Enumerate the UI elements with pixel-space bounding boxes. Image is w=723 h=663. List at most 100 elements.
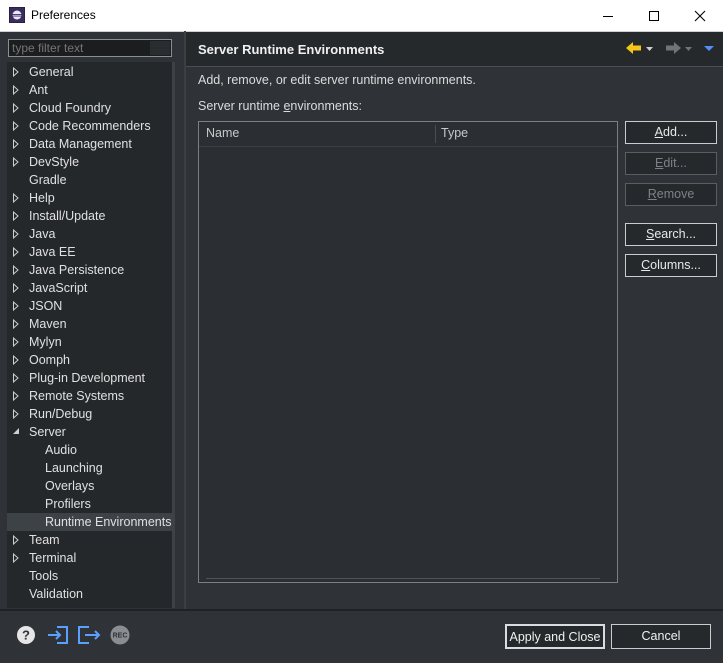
tree-collapsed-icon[interactable] — [11, 261, 21, 279]
tree-item-label: Java — [29, 227, 56, 241]
tree-item-java[interactable]: Java — [7, 225, 173, 243]
tree-item-label: DevStyle — [29, 155, 80, 169]
tree-expanded-icon[interactable] — [11, 423, 21, 441]
apply-and-close-button[interactable]: Apply and Close — [505, 624, 605, 649]
tree-item-label: Validation — [29, 587, 83, 601]
tree-collapsed-icon[interactable] — [11, 387, 21, 405]
tree-item-cloud-foundry[interactable]: Cloud Foundry — [7, 99, 173, 117]
export-icon[interactable] — [77, 625, 101, 645]
tree-collapsed-icon[interactable] — [11, 279, 21, 297]
tree-item-devstyle[interactable]: DevStyle — [7, 153, 173, 171]
back-dropdown-icon[interactable] — [645, 40, 654, 59]
tree-item-oomph[interactable]: Oomph — [7, 351, 173, 369]
tree-item-label: Cloud Foundry — [29, 101, 111, 115]
tree-item-label: Help — [29, 191, 55, 205]
tree-item-overlays[interactable]: Overlays — [7, 477, 173, 495]
tree-collapsed-icon[interactable] — [11, 549, 21, 567]
splitter[interactable] — [184, 31, 186, 609]
tree-collapsed-icon[interactable] — [11, 189, 21, 207]
column-divider[interactable] — [435, 125, 436, 143]
filter-input[interactable] — [8, 39, 172, 57]
back-arrow-icon[interactable] — [625, 40, 643, 59]
import-icon[interactable] — [47, 625, 68, 645]
add-button[interactable]: Add... — [625, 121, 717, 144]
maximize-button[interactable] — [631, 0, 677, 31]
tree-collapsed-icon[interactable] — [11, 99, 21, 117]
tree-item-maven[interactable]: Maven — [7, 315, 173, 333]
tree-item-launching[interactable]: Launching — [7, 459, 173, 477]
columns-button[interactable]: Columns... — [625, 254, 717, 277]
forward-arrow-icon[interactable] — [664, 40, 682, 59]
tree-item-plug-in-development[interactable]: Plug-in Development — [7, 369, 173, 387]
tree-item-label: Server — [29, 425, 66, 439]
tree-item-profilers[interactable]: Profilers — [7, 495, 173, 513]
runtime-environments-table[interactable]: Name Type — [198, 121, 618, 583]
title-bar: Preferences — [0, 0, 723, 32]
tree-collapsed-icon[interactable] — [11, 351, 21, 369]
tree-item-runtime-environments[interactable]: Runtime Environments — [7, 513, 173, 531]
tree-item-validation[interactable]: Validation — [7, 585, 173, 603]
tree-item-run-debug[interactable]: Run/Debug — [7, 405, 173, 423]
table-horizontal-scrollbar[interactable] — [206, 578, 600, 579]
tree-collapsed-icon[interactable] — [11, 207, 21, 225]
remove-button[interactable]: Remove — [625, 183, 717, 206]
view-menu-icon[interactable] — [703, 40, 715, 59]
tree-item-gradle[interactable]: Gradle — [7, 171, 173, 189]
preference-tree[interactable]: General Ant Cloud Foundry Code Recommenders… — [7, 62, 173, 608]
column-header-type[interactable]: Type — [441, 126, 468, 140]
tree-item-code-recommenders[interactable]: Code Recommenders — [7, 117, 173, 135]
tree-item-ant[interactable]: Ant — [7, 81, 173, 99]
tree-item-label: Mylyn — [29, 335, 62, 349]
tree-collapsed-icon[interactable] — [11, 63, 21, 81]
tree-item-label: Code Recommenders — [29, 119, 151, 133]
tree-item-label: JavaScript — [29, 281, 88, 295]
tree-item-data-management[interactable]: Data Management — [7, 135, 173, 153]
tree-collapsed-icon[interactable] — [11, 315, 21, 333]
tree-item-install-update[interactable]: Install/Update — [7, 207, 173, 225]
tree-item-general[interactable]: General — [7, 63, 173, 81]
tree-item-team[interactable]: Team — [7, 531, 173, 549]
tree-collapsed-icon[interactable] — [11, 369, 21, 387]
tree-collapsed-icon[interactable] — [11, 81, 21, 99]
cancel-button[interactable]: Cancel — [611, 624, 711, 649]
tree-item-label: Data Management — [29, 137, 132, 151]
tree-collapsed-icon[interactable] — [11, 225, 21, 243]
column-header-name[interactable]: Name — [206, 126, 239, 140]
tree-item-label: Ant — [29, 83, 48, 97]
minimize-button[interactable] — [585, 0, 631, 31]
tree-collapsed-icon[interactable] — [11, 117, 21, 135]
tree-item-remote-systems[interactable]: Remote Systems — [7, 387, 173, 405]
tree-item-audio[interactable]: Audio — [7, 441, 173, 459]
tree-item-label: JSON — [29, 299, 63, 313]
tree-item-javascript[interactable]: JavaScript — [7, 279, 173, 297]
tree-item-java-persistence[interactable]: Java Persistence — [7, 261, 173, 279]
minimize-icon — [602, 10, 614, 22]
tree-item-help[interactable]: Help — [7, 189, 173, 207]
tree-item-terminal[interactable]: Terminal — [7, 549, 173, 567]
tree-collapsed-icon[interactable] — [11, 135, 21, 153]
tree-collapsed-icon[interactable] — [11, 153, 21, 171]
tree-collapsed-icon[interactable] — [11, 333, 21, 351]
help-icon[interactable]: ? — [16, 625, 36, 645]
tree-item-label: Run/Debug — [29, 407, 93, 421]
tree-item-mylyn[interactable]: Mylyn — [7, 333, 173, 351]
tree-collapsed-icon[interactable] — [11, 243, 21, 261]
tree-collapsed-icon[interactable] — [11, 297, 21, 315]
tree-item-label: Oomph — [29, 353, 70, 367]
eclipse-app-icon — [9, 7, 25, 23]
tree-collapsed-icon[interactable] — [11, 531, 21, 549]
tree-item-json[interactable]: JSON — [7, 297, 173, 315]
close-button[interactable] — [677, 0, 723, 31]
record-icon[interactable]: REC — [110, 625, 130, 645]
forward-dropdown-icon[interactable] — [684, 40, 693, 59]
tree-item-java-ee[interactable]: Java EE — [7, 243, 173, 261]
tree-item-tools[interactable]: Tools — [7, 567, 173, 585]
tree-item-server[interactable]: Server — [7, 423, 173, 441]
edit-button[interactable]: Edit... — [625, 152, 717, 175]
close-icon — [694, 10, 706, 22]
tree-collapsed-icon[interactable] — [11, 405, 21, 423]
search-button[interactable]: Search... — [625, 223, 717, 246]
page-header: Server Runtime Environments — [186, 32, 723, 67]
tree-item-label: Java EE — [29, 245, 76, 259]
tree-scrollbar[interactable] — [172, 62, 175, 608]
